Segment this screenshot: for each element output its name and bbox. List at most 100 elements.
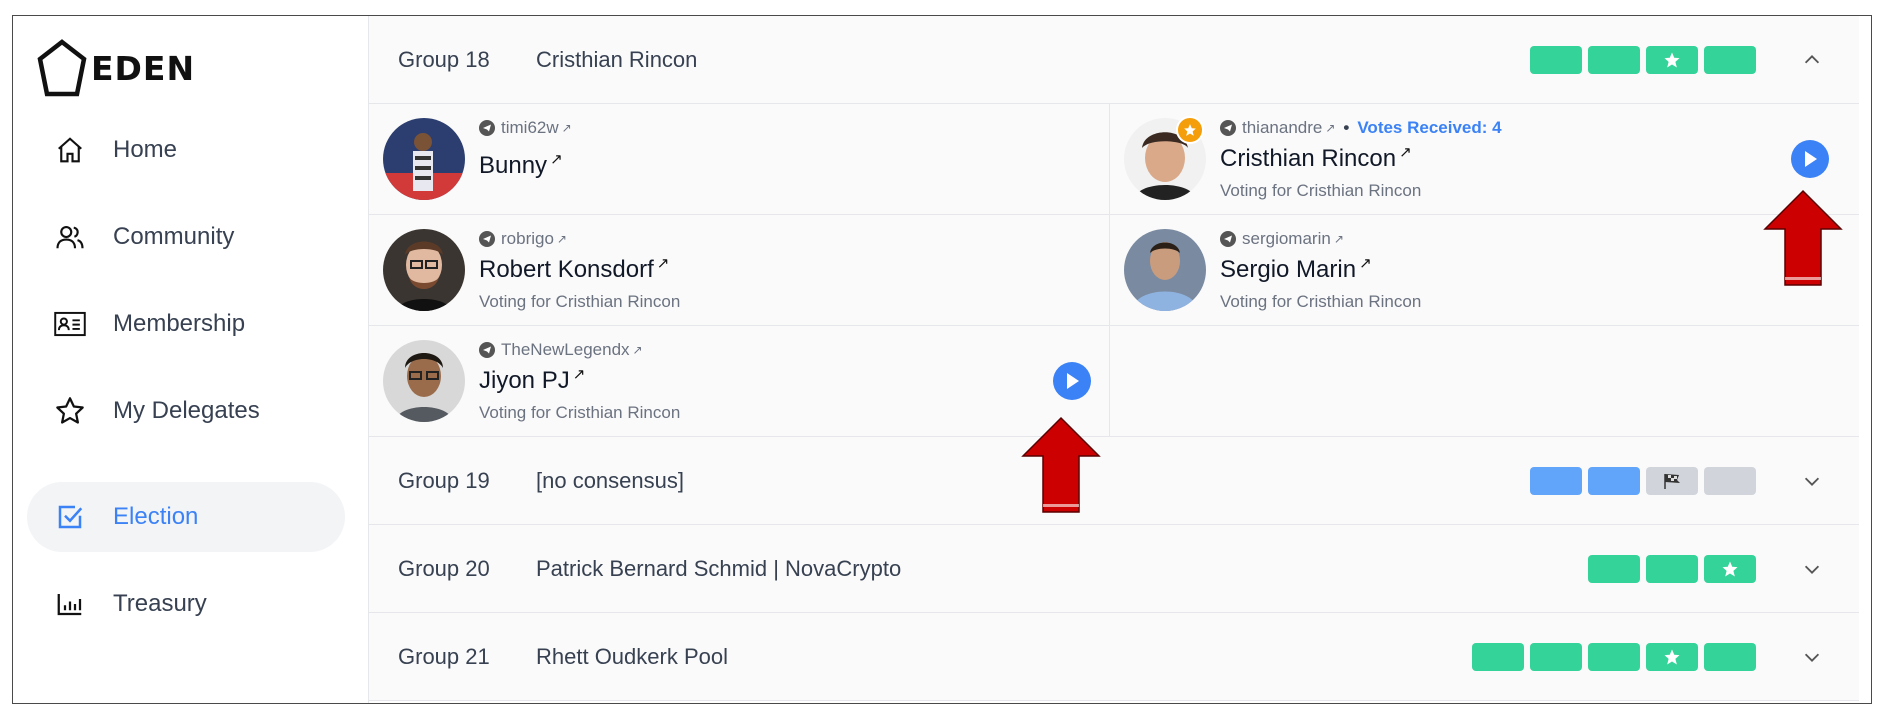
avatar[interactable] xyxy=(1124,229,1206,311)
play-icon xyxy=(1067,373,1079,389)
external-link-icon: ↗ xyxy=(556,232,567,246)
telegram-icon xyxy=(479,120,495,136)
round-pill xyxy=(1530,466,1582,495)
avatar[interactable] xyxy=(383,340,465,422)
empty-cell xyxy=(1110,326,1859,437)
member-name: Cristhian Rincon xyxy=(1220,145,1397,172)
group-header-21[interactable]: Group 21 Rhett Oudkerk Pool xyxy=(369,613,1859,701)
telegram-icon xyxy=(1220,120,1236,136)
round-status-pills xyxy=(1472,642,1756,671)
round-pill xyxy=(1588,45,1640,74)
round-pill xyxy=(1530,642,1582,671)
star-icon xyxy=(1664,649,1680,664)
member-name-link[interactable]: Jiyon PJ ↗ xyxy=(479,365,585,395)
delegate-star-badge xyxy=(1176,116,1204,144)
telegram-handle[interactable]: TheNewLegendx ↗ xyxy=(479,340,643,360)
member-name-link[interactable]: Bunny ↗ xyxy=(479,150,563,180)
avatar[interactable] xyxy=(383,118,465,200)
member-name: Sergio Marin xyxy=(1220,256,1357,283)
external-link-icon: ↗ xyxy=(656,255,670,272)
round-pill xyxy=(1472,642,1524,671)
member-name-link[interactable]: Robert Konsdorf ↗ xyxy=(479,254,669,284)
round-pill xyxy=(1704,466,1756,495)
member-name: Bunny xyxy=(479,152,548,179)
avatar[interactable] xyxy=(383,229,465,311)
telegram-handle[interactable]: thianandre ↗ • Votes Received: 4 xyxy=(1220,118,1502,138)
external-link-icon: ↗ xyxy=(1333,232,1344,246)
sidebar-item-community[interactable]: Community xyxy=(27,202,345,272)
group-header-20[interactable]: Group 20 Patrick Bernard Schmid | NovaCr… xyxy=(369,525,1859,613)
play-icon xyxy=(1805,151,1817,167)
handle-text: TheNewLegendx xyxy=(501,340,630,359)
chevron-down-icon[interactable] xyxy=(1800,645,1824,669)
external-link-icon: ↗ xyxy=(550,151,563,168)
sidebar-item-label: Home xyxy=(113,136,178,163)
telegram-icon xyxy=(479,231,495,247)
eden-logo[interactable]: EDEN xyxy=(37,38,195,98)
telegram-handle[interactable]: robrigo ↗ xyxy=(479,229,567,249)
round-pill xyxy=(1588,554,1640,583)
round-pill-star xyxy=(1704,554,1756,583)
chevron-down-icon[interactable] xyxy=(1800,557,1824,581)
round-pill-flag xyxy=(1646,466,1698,495)
group-leader: Cristhian Rincon xyxy=(536,46,698,72)
pentagon-logo-icon xyxy=(37,39,87,97)
group-header-18[interactable]: Group 18 Cristhian Rincon xyxy=(369,16,1859,104)
sidebar-item-election[interactable]: Election xyxy=(27,482,345,552)
group-header-19[interactable]: Group 19 [no consensus] xyxy=(369,437,1859,525)
round-pill xyxy=(1530,45,1582,74)
round-status-pills xyxy=(1588,554,1756,583)
play-video-button[interactable] xyxy=(1791,140,1829,178)
sidebar-item-label: Membership xyxy=(113,310,246,337)
group-name: Group 18 xyxy=(398,46,490,72)
member-name-link[interactable]: Cristhian Rincon ↗ xyxy=(1220,143,1412,173)
round-pill-star xyxy=(1646,642,1698,671)
sidebar-item-treasury[interactable]: Treasury xyxy=(27,569,345,639)
voting-for: Voting for Cristhian Rincon xyxy=(479,292,681,311)
sidebar: EDEN Home Community Membership My Delega… xyxy=(13,16,369,703)
voting-for: Voting for Cristhian Rincon xyxy=(479,403,681,422)
telegram-handle[interactable]: timi62w ↗ xyxy=(479,118,572,138)
sidebar-item-label: Treasury xyxy=(113,590,207,617)
telegram-handle[interactable]: sergiomarin ↗ xyxy=(1220,229,1344,249)
telegram-icon xyxy=(1220,231,1236,247)
member-card: TheNewLegendx ↗ Jiyon PJ ↗ Voting for Cris… xyxy=(369,326,1110,437)
round-pill-star xyxy=(1646,45,1698,74)
external-link-icon: ↗ xyxy=(572,366,586,383)
star-icon xyxy=(1664,52,1680,67)
users-icon xyxy=(53,220,87,254)
member-card: sergiomarin ↗ Sergio Marin ↗ Voting for Cr… xyxy=(1110,215,1859,326)
external-link-icon: ↗ xyxy=(1325,121,1336,135)
votes-received: Votes Received: 4 xyxy=(1357,118,1502,137)
group-name: Group 20 xyxy=(398,555,490,581)
sidebar-item-my-delegates[interactable]: My Delegates xyxy=(27,376,345,446)
sidebar-item-label: Community xyxy=(113,223,235,250)
separator-dot: • xyxy=(1343,118,1350,137)
group-leader: [no consensus] xyxy=(536,467,684,493)
member-name: Jiyon PJ xyxy=(479,367,570,394)
handle-text: thianandre xyxy=(1242,118,1323,137)
external-link-icon: ↗ xyxy=(1359,255,1372,272)
member-name-link[interactable]: Sergio Marin ↗ xyxy=(1220,254,1372,284)
chevron-down-icon[interactable] xyxy=(1800,469,1824,493)
play-video-button[interactable] xyxy=(1053,362,1091,400)
handle-text: timi62w xyxy=(501,118,559,137)
voting-for: Voting for Cristhian Rincon xyxy=(1220,181,1422,200)
checkbox-icon xyxy=(53,500,87,534)
round-pill xyxy=(1646,554,1698,583)
group-leader: Patrick Bernard Schmid | NovaCrypto xyxy=(536,555,902,581)
checkered-flag-icon xyxy=(1664,473,1680,489)
star-icon xyxy=(53,394,87,428)
election-main: Group 18 Cristhian Rincon timi62w ↗ Bunny… xyxy=(369,16,1859,703)
round-pill xyxy=(1704,642,1756,671)
external-link-icon: ↗ xyxy=(632,343,643,357)
handle-text: robrigo xyxy=(501,229,554,248)
sidebar-item-home[interactable]: Home xyxy=(27,115,345,185)
logo-text: EDEN xyxy=(91,48,196,88)
member-card: timi62w ↗ Bunny ↗ xyxy=(369,104,1110,215)
round-pill xyxy=(1704,45,1756,74)
group-name: Group 19 xyxy=(398,467,490,493)
sidebar-item-membership[interactable]: Membership xyxy=(27,289,345,359)
app-frame: EDEN Home Community Membership My Delega… xyxy=(12,15,1872,704)
chevron-up-icon[interactable] xyxy=(1800,48,1824,72)
